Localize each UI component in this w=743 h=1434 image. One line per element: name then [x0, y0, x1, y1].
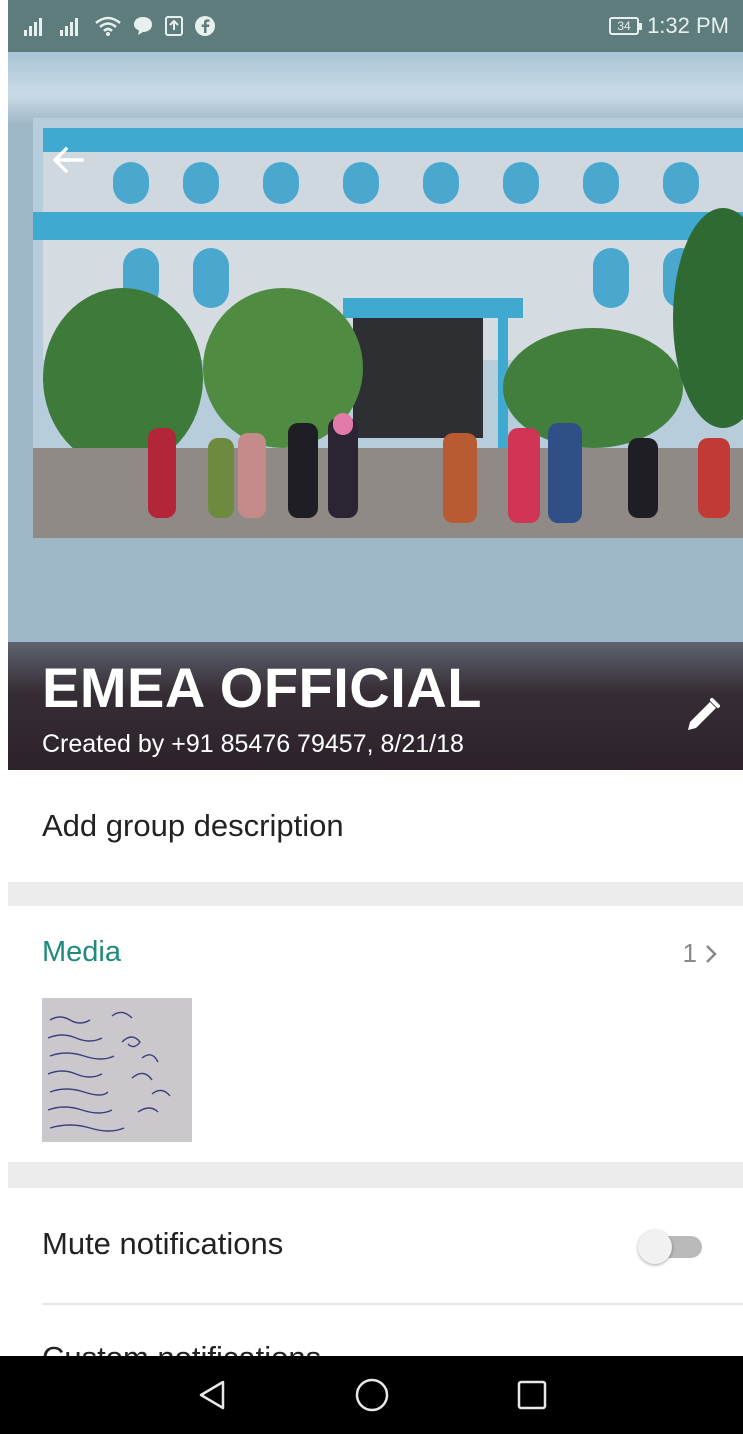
nav-home-button[interactable]: [342, 1365, 402, 1425]
nav-back-button[interactable]: [182, 1365, 242, 1425]
circle-home-icon: [355, 1378, 388, 1412]
group-name: EMEA OFFICIAL: [42, 656, 482, 719]
triangle-back-icon: [199, 1380, 224, 1410]
media-section: Media 1: [8, 906, 743, 1162]
system-navigation-bar: [0, 1356, 743, 1434]
chat-bubble-icon: [134, 17, 152, 35]
mute-notifications-row[interactable]: Mute notifications: [8, 1188, 743, 1304]
add-description-row[interactable]: Add group description: [8, 770, 743, 882]
pencil-icon: [688, 698, 720, 730]
media-count: 1: [682, 938, 697, 968]
mute-notifications-label: Mute notifications: [42, 1226, 284, 1261]
nav-recents-button[interactable]: [502, 1365, 562, 1425]
upload-icon: [165, 16, 183, 36]
section-divider: [8, 882, 743, 906]
back-button[interactable]: [46, 138, 90, 182]
toggle-thumb: [638, 1230, 672, 1264]
battery-icon: 34: [609, 17, 643, 35]
arrow-back-icon: [52, 146, 84, 174]
edit-group-name-button[interactable]: [680, 692, 726, 738]
signal-icon: [24, 18, 42, 36]
wifi-icon: [95, 16, 121, 36]
group-info-screen: 34 1:32 PM EMEA OFFICIAL Created by +91 …: [8, 0, 743, 1434]
group-created-info: Created by +91 85476 79457, 8/21/18: [42, 730, 464, 758]
battery-level: 34: [617, 19, 631, 33]
status-time: 1:32 PM: [647, 13, 729, 38]
campus-photo: [33, 118, 743, 538]
media-count-link[interactable]: 1: [683, 938, 719, 969]
media-thumbnail[interactable]: [42, 998, 192, 1142]
media-label: Media: [42, 936, 121, 968]
status-icons: [22, 15, 216, 37]
description-placeholder: Add group description: [42, 808, 344, 843]
row-separator: [42, 1303, 743, 1305]
mute-notifications-toggle[interactable]: [638, 1230, 704, 1264]
status-bar: 34 1:32 PM: [8, 0, 743, 52]
chevron-right-icon: [706, 944, 717, 963]
group-header-photo[interactable]: EMEA OFFICIAL Created by +91 85476 79457…: [8, 52, 743, 770]
facebook-icon: [195, 16, 215, 36]
signal-icon-2: [60, 18, 78, 36]
square-recents-icon: [517, 1380, 546, 1410]
handwritten-note-image: [42, 998, 192, 1142]
section-divider-2: [8, 1162, 743, 1188]
status-right: 34 1:32 PM: [609, 13, 729, 39]
